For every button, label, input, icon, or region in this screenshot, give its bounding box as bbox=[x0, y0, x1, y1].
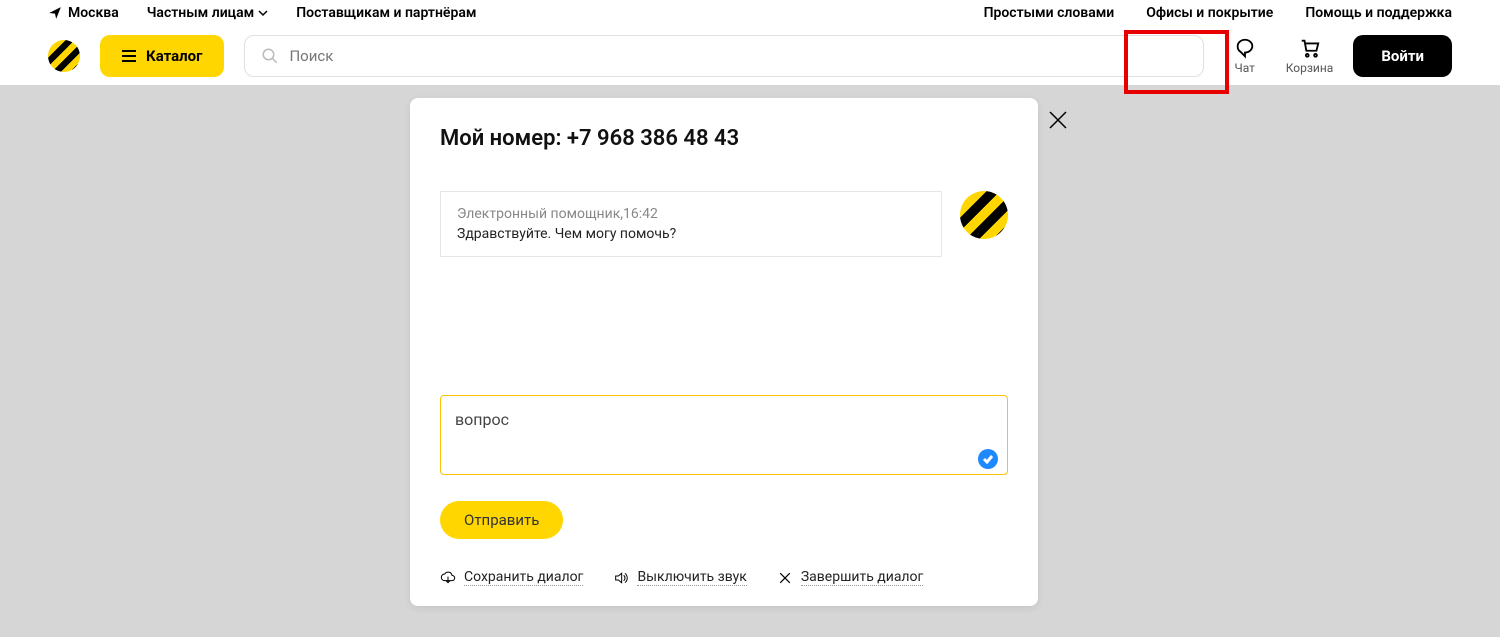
chat-input-area: Отправить Сохранить диалог Выключить зву… bbox=[440, 395, 1008, 586]
chat-close-button[interactable] bbox=[1048, 110, 1068, 130]
bot-avatar-icon bbox=[960, 191, 1008, 239]
audience-dropdown[interactable]: Частным лицам bbox=[147, 5, 269, 21]
save-dialog-button[interactable]: Сохранить диалог bbox=[440, 569, 583, 586]
hamburger-icon bbox=[122, 50, 136, 62]
cart-icon bbox=[1299, 37, 1321, 59]
chat-textarea-container bbox=[440, 395, 1008, 479]
chat-action-bar: Сохранить диалог Выключить звук Завершит… bbox=[440, 569, 1008, 586]
city-selector[interactable]: Москва bbox=[48, 5, 119, 21]
search-field-container[interactable] bbox=[244, 35, 1203, 77]
chat-nav-button[interactable]: Чат bbox=[1224, 37, 1266, 75]
catalog-label: Каталог bbox=[146, 47, 202, 65]
city-label: Москва bbox=[68, 5, 119, 21]
partners-link[interactable]: Поставщикам и партнёрам bbox=[296, 5, 476, 21]
topbar-right-group: Простыми словами Офисы и покрытие Помощь… bbox=[984, 5, 1452, 21]
chat-modal: Мой номер: +7 968 386 48 43 Электронный … bbox=[410, 98, 1038, 606]
chevron-down-icon bbox=[258, 8, 268, 18]
mute-label: Выключить звук bbox=[637, 569, 746, 586]
end-dialog-button[interactable]: Завершить диалог bbox=[777, 569, 924, 586]
plain-words-link[interactable]: Простыми словами bbox=[984, 5, 1115, 21]
catalog-button[interactable]: Каталог bbox=[100, 35, 224, 77]
close-icon bbox=[1048, 110, 1068, 130]
chat-message-row: Электронный помощник,16:42 Здравствуйте.… bbox=[440, 191, 1008, 257]
close-small-icon bbox=[777, 570, 793, 586]
cart-button[interactable]: Корзина bbox=[1286, 37, 1334, 75]
save-dialog-label: Сохранить диалог bbox=[464, 569, 583, 586]
cloud-download-icon bbox=[440, 570, 456, 586]
sound-icon bbox=[613, 570, 629, 586]
main-navigation: Каталог Чат Корзина Войти bbox=[0, 26, 1500, 85]
audience-label: Частным лицам bbox=[147, 5, 255, 21]
cart-label: Корзина bbox=[1286, 61, 1334, 75]
search-icon bbox=[261, 47, 279, 65]
topbar-left-group: Москва Частным лицам Поставщикам и партн… bbox=[48, 5, 476, 21]
chat-message-input[interactable] bbox=[440, 395, 1008, 475]
chat-bubble-icon bbox=[1234, 37, 1256, 59]
help-link[interactable]: Помощь и поддержка bbox=[1305, 5, 1452, 21]
chat-nav-label: Чат bbox=[1234, 61, 1254, 75]
chat-message-text: Здравствуйте. Чем могу помочь? bbox=[457, 226, 925, 242]
chat-message-bubble: Электронный помощник,16:42 Здравствуйте.… bbox=[440, 191, 942, 257]
mute-button[interactable]: Выключить звук bbox=[613, 569, 746, 586]
location-arrow-icon bbox=[48, 6, 62, 20]
search-input[interactable] bbox=[289, 47, 1186, 65]
beeline-logo-icon[interactable] bbox=[48, 40, 80, 72]
end-dialog-label: Завершить диалог bbox=[801, 569, 924, 586]
send-button[interactable]: Отправить bbox=[440, 501, 563, 539]
top-navigation: Москва Частным лицам Поставщикам и партн… bbox=[0, 0, 1500, 26]
input-valid-badge bbox=[978, 449, 998, 469]
chat-title: Мой номер: +7 968 386 48 43 bbox=[440, 126, 1008, 151]
chat-message-sender: Электронный помощник,16:42 bbox=[457, 206, 925, 222]
offices-link[interactable]: Офисы и покрытие bbox=[1146, 5, 1273, 21]
site-header: Москва Частным лицам Поставщикам и партн… bbox=[0, 0, 1500, 85]
check-icon bbox=[982, 453, 994, 465]
login-button[interactable]: Войти bbox=[1353, 35, 1452, 77]
